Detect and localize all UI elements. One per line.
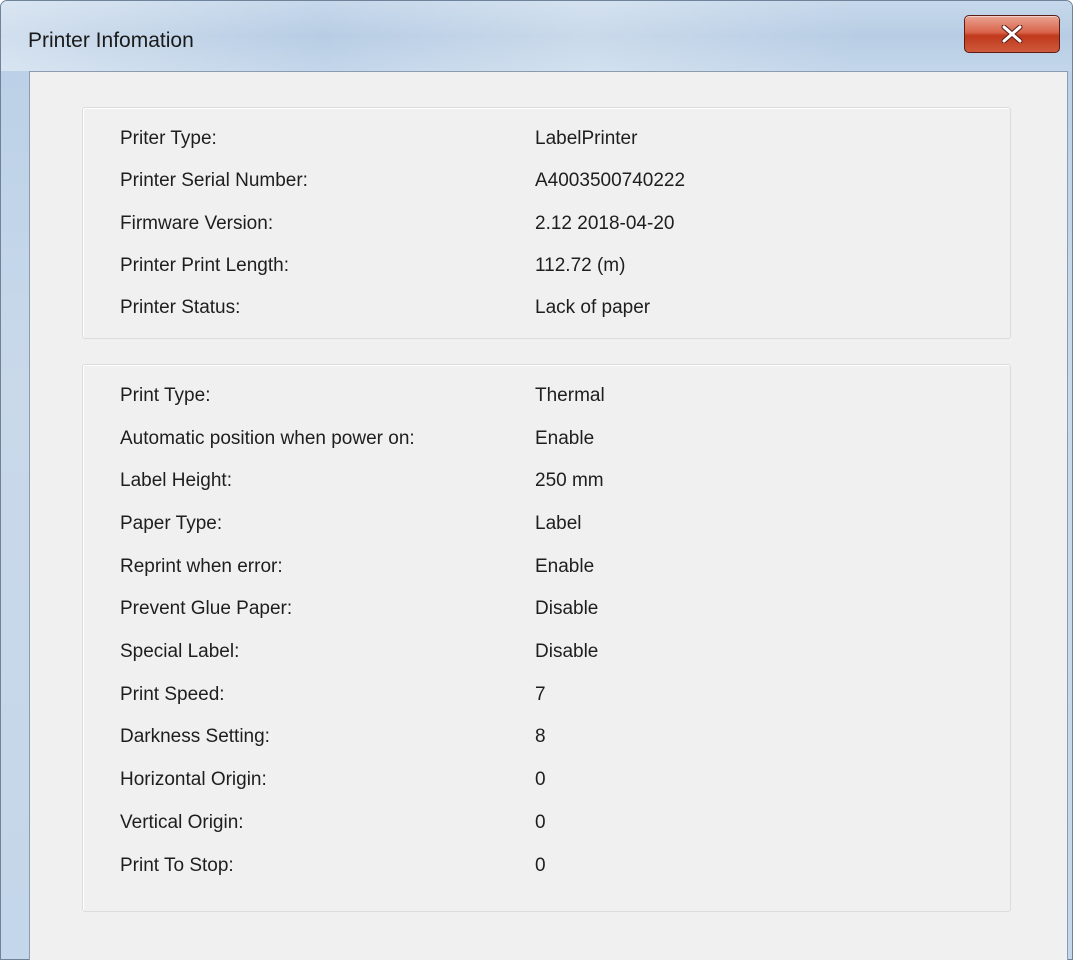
setting-label: Prevent Glue Paper: — [120, 598, 293, 619]
setting-row-horizontal-origin: Horizontal Origin: 0 — [120, 769, 980, 799]
setting-label: Special Label: — [120, 641, 240, 662]
setting-row-label-height: Label Height: 250 mm — [120, 470, 980, 500]
printer-info-group: Priter Type: LabelPrinter Printer Serial… — [82, 107, 1011, 339]
setting-value: 0 — [535, 769, 546, 790]
info-label: Printer Status: — [120, 297, 241, 318]
setting-row-print-speed: Print Speed: 7 — [120, 684, 980, 714]
info-row-printer-status: Printer Status: Lack of paper — [120, 297, 980, 327]
setting-label: Horizontal Origin: — [120, 769, 267, 790]
setting-value: 250 mm — [535, 470, 604, 491]
info-value: 112.72 (m) — [535, 255, 626, 276]
close-button[interactable] — [964, 15, 1060, 53]
info-value: 2.12 2018-04-20 — [535, 213, 675, 234]
setting-value: 8 — [535, 726, 546, 747]
setting-label: Reprint when error: — [120, 556, 283, 577]
setting-row-paper-type: Paper Type: Label — [120, 513, 980, 543]
setting-value: Disable — [535, 641, 599, 662]
setting-row-auto-position: Automatic position when power on: Enable — [120, 428, 980, 458]
dialog-content: Priter Type: LabelPrinter Printer Serial… — [29, 71, 1068, 960]
info-row-serial-number: Printer Serial Number: A4003500740222 — [120, 170, 980, 200]
info-label: Printer Serial Number: — [120, 170, 308, 191]
setting-label: Label Height: — [120, 470, 232, 491]
setting-label: Darkness Setting: — [120, 726, 270, 747]
setting-row-print-type: Print Type: Thermal — [120, 385, 980, 415]
setting-label: Paper Type: — [120, 513, 223, 534]
close-icon — [1001, 25, 1023, 43]
setting-label: Automatic position when power on: — [120, 428, 415, 449]
setting-row-special-label: Special Label: Disable — [120, 641, 980, 671]
setting-value: 7 — [535, 684, 546, 705]
info-label: Priter Type: — [120, 128, 217, 149]
printer-information-dialog: Printer Infomation Priter Type: LabelPri… — [0, 0, 1073, 960]
setting-row-vertical-origin: Vertical Origin: 0 — [120, 812, 980, 842]
setting-row-prevent-glue-paper: Prevent Glue Paper: Disable — [120, 598, 980, 628]
info-row-print-length: Printer Print Length: 112.72 (m) — [120, 255, 980, 285]
info-row-printer-type: Priter Type: LabelPrinter — [120, 128, 980, 158]
setting-row-print-to-stop: Print To Stop: 0 — [120, 855, 980, 885]
setting-value: 0 — [535, 855, 546, 876]
window-title: Printer Infomation — [28, 29, 194, 52]
info-value: A4003500740222 — [535, 170, 686, 191]
info-row-firmware-version: Firmware Version: 2.12 2018-04-20 — [120, 213, 980, 243]
setting-row-reprint-when-error: Reprint when error: Enable — [120, 556, 980, 586]
info-label: Printer Print Length: — [120, 255, 289, 276]
info-value: Lack of paper — [535, 297, 651, 318]
title-bar[interactable]: Printer Infomation — [1, 1, 1072, 71]
setting-value: 0 — [535, 812, 546, 833]
info-label: Firmware Version: — [120, 213, 274, 234]
setting-label: Vertical Origin: — [120, 812, 244, 833]
setting-value: Label — [535, 513, 582, 534]
print-settings-group: Print Type: Thermal Automatic position w… — [82, 364, 1011, 912]
setting-label: Print Speed: — [120, 684, 225, 705]
setting-value: Thermal — [535, 385, 605, 406]
setting-row-darkness: Darkness Setting: 8 — [120, 726, 980, 756]
info-value: LabelPrinter — [535, 128, 638, 149]
setting-label: Print To Stop: — [120, 855, 234, 876]
setting-value: Enable — [535, 556, 595, 577]
setting-value: Enable — [535, 428, 595, 449]
setting-label: Print Type: — [120, 385, 211, 406]
setting-value: Disable — [535, 598, 599, 619]
